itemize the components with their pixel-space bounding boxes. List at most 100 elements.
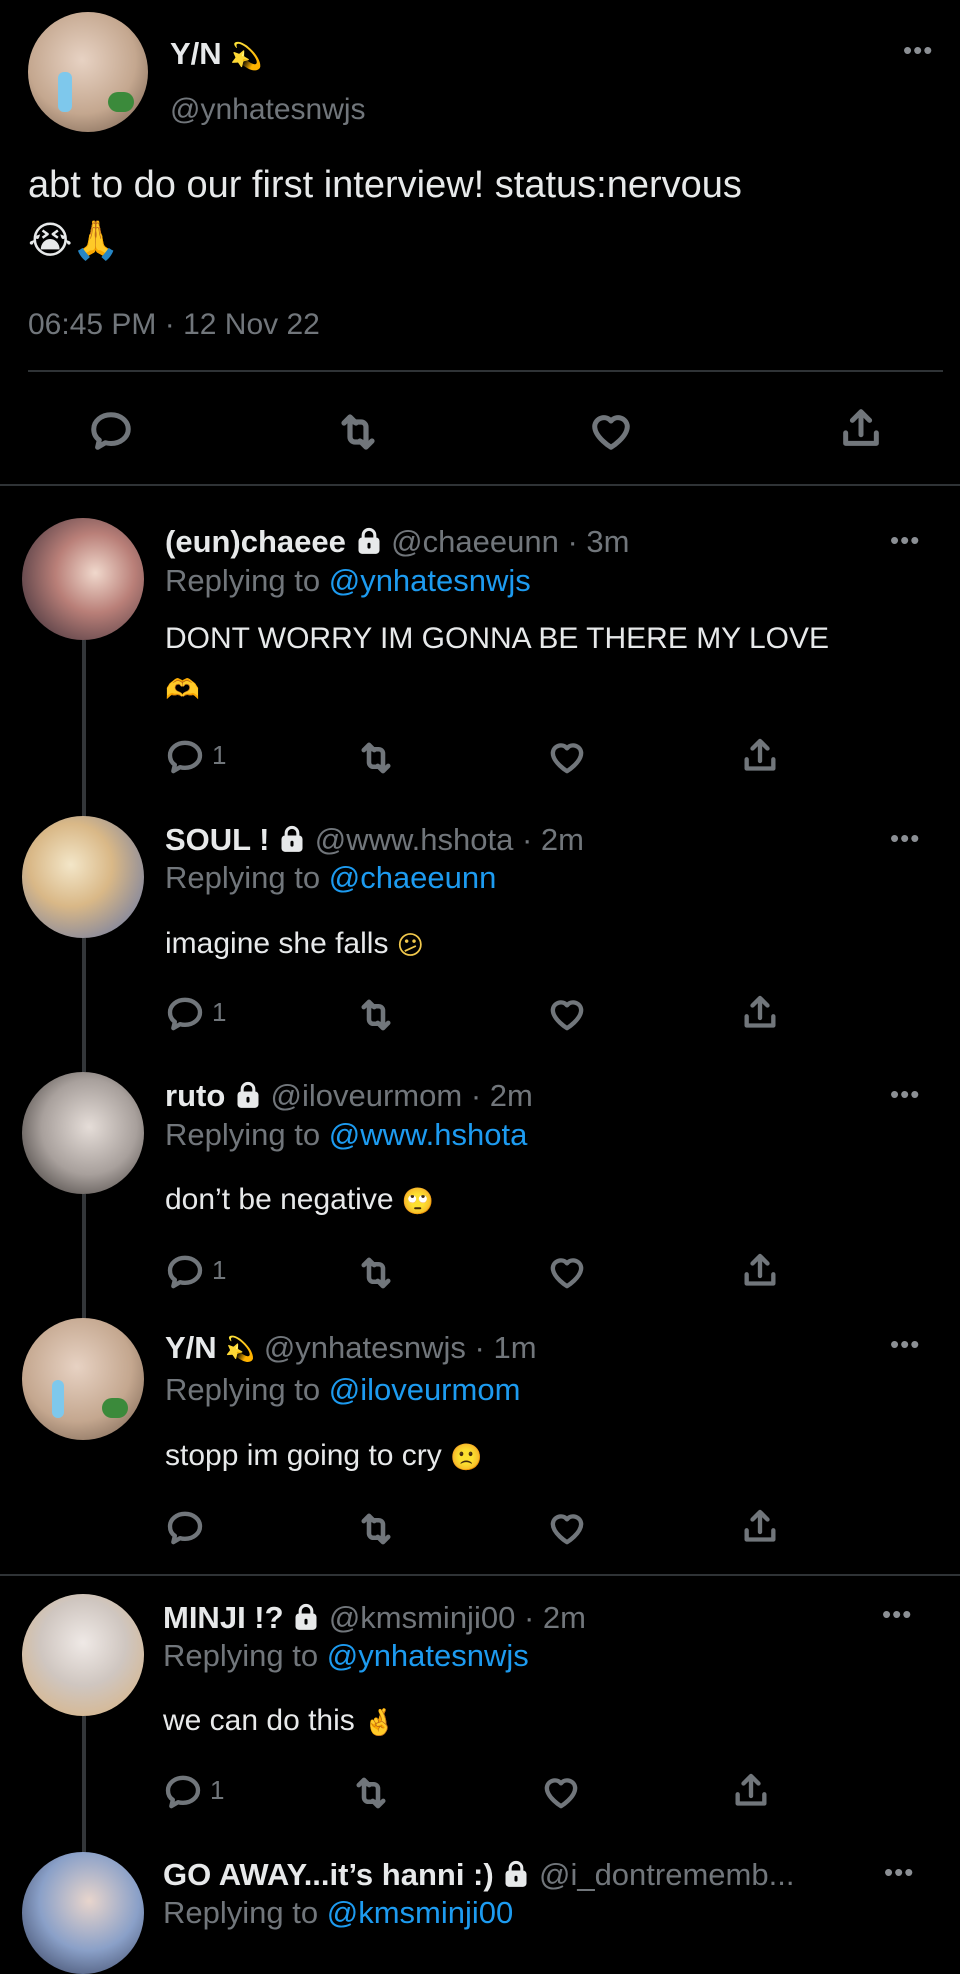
display-name[interactable]: MINJI !? bbox=[163, 1600, 284, 1635]
replying-to-label: Replying to bbox=[165, 563, 321, 598]
display-name[interactable]: Y/N bbox=[165, 1330, 217, 1365]
lock-icon bbox=[355, 527, 383, 555]
reply-text-block: stopp im going to cry 🙁 bbox=[165, 1434, 905, 1479]
share-icon[interactable] bbox=[740, 1251, 780, 1291]
more-icon[interactable]: ••• bbox=[882, 1601, 912, 1627]
retweet-icon[interactable] bbox=[334, 408, 382, 456]
retweet-icon[interactable] bbox=[355, 994, 397, 1036]
like-icon[interactable] bbox=[547, 1508, 587, 1548]
display-name[interactable]: GO AWAY...it’s hanni :) bbox=[163, 1857, 494, 1892]
dizzy-emoji-icon: 💫 bbox=[230, 40, 263, 71]
thread-line bbox=[82, 640, 86, 820]
replying-to-link[interactable]: @kmsminji00 bbox=[327, 1895, 514, 1930]
thread-line bbox=[82, 1194, 86, 1322]
more-icon[interactable]: ••• bbox=[890, 825, 920, 851]
avatar[interactable] bbox=[22, 1318, 144, 1440]
reply-time: · 2m bbox=[470, 1078, 533, 1113]
replying-to-label: Replying to bbox=[165, 1117, 321, 1152]
share-icon[interactable] bbox=[740, 993, 780, 1033]
praying-hands-emoji-icon: 🙏 bbox=[72, 219, 120, 262]
replying-to-label: Replying to bbox=[163, 1895, 319, 1930]
avatar[interactable] bbox=[22, 816, 144, 938]
reply-time: · 3m bbox=[567, 524, 630, 559]
like-icon[interactable] bbox=[541, 1772, 581, 1812]
like-icon[interactable] bbox=[547, 994, 587, 1034]
reply-text: stopp im going to cry bbox=[165, 1439, 442, 1472]
retweet-icon[interactable] bbox=[355, 1252, 397, 1294]
reply-text-block: imagine she falls 😕 bbox=[165, 922, 905, 967]
more-icon[interactable]: ••• bbox=[890, 1081, 920, 1107]
reply-icon[interactable] bbox=[165, 737, 205, 777]
divider bbox=[28, 370, 943, 372]
retweet-icon[interactable] bbox=[355, 1508, 397, 1550]
replying-to-line: Replying to @www.hshota bbox=[165, 1115, 527, 1155]
share-icon[interactable] bbox=[740, 1507, 780, 1547]
reply-icon[interactable] bbox=[165, 1252, 205, 1292]
handle[interactable]: @www.hshota bbox=[315, 822, 514, 857]
share-icon[interactable] bbox=[838, 406, 884, 452]
more-icon[interactable]: ••• bbox=[884, 1859, 914, 1885]
handle[interactable]: @chaeeunn bbox=[391, 524, 559, 559]
reply-count: 1 bbox=[212, 997, 227, 1027]
reply-text-block: DONT WORRY IM GONNA BE THERE MY LOVE 🫶 bbox=[165, 614, 905, 715]
handle[interactable]: @ynhatesnwjs bbox=[170, 90, 366, 130]
more-icon[interactable]: ••• bbox=[903, 37, 933, 63]
retweet-icon[interactable] bbox=[350, 1772, 392, 1814]
display-name[interactable]: SOUL ! bbox=[165, 822, 270, 857]
replying-to-link[interactable]: @ynhatesnwjs bbox=[329, 563, 531, 598]
lock-icon bbox=[502, 1860, 530, 1888]
thread-line bbox=[82, 1716, 86, 1856]
replying-to-link[interactable]: @www.hshota bbox=[329, 1117, 528, 1152]
display-name[interactable]: Y/N bbox=[170, 36, 222, 71]
share-icon[interactable] bbox=[740, 736, 780, 776]
replying-to-line: Replying to @iloveurmom bbox=[165, 1370, 520, 1410]
handle[interactable]: @kmsminji00 bbox=[329, 1600, 516, 1635]
avatar[interactable] bbox=[22, 518, 144, 640]
reply-icon[interactable] bbox=[165, 1508, 205, 1548]
reply-text: we can do this bbox=[163, 1704, 355, 1737]
replying-to-label: Replying to bbox=[165, 1372, 321, 1407]
reply-text-block: don’t be negative 🙄 bbox=[165, 1178, 905, 1223]
avatar[interactable] bbox=[22, 1072, 144, 1194]
replying-to-line: Replying to @kmsminji00 bbox=[163, 1893, 513, 1933]
like-icon[interactable] bbox=[547, 737, 587, 777]
reply-header: Y/N 💫 @ynhatesnwjs · 1m bbox=[165, 1328, 537, 1370]
avatar[interactable] bbox=[22, 1852, 144, 1974]
replying-to-link[interactable]: @ynhatesnwjs bbox=[327, 1638, 529, 1673]
reply-header: GO AWAY...it’s hanni :) @i_dontrememb... bbox=[163, 1855, 794, 1895]
reply-time: · 2m bbox=[521, 822, 584, 857]
more-icon[interactable]: ••• bbox=[890, 527, 920, 553]
reply-text-block: we can do this 🤞 bbox=[163, 1699, 903, 1744]
replying-to-link[interactable]: @iloveurmom bbox=[329, 1372, 521, 1407]
avatar[interactable] bbox=[28, 12, 148, 132]
frowning-emoji-icon: 🙁 bbox=[450, 1442, 483, 1473]
eye-roll-emoji-icon: 🙄 bbox=[401, 1186, 435, 1217]
like-icon[interactable] bbox=[547, 1252, 587, 1292]
retweet-icon[interactable] bbox=[355, 737, 397, 779]
handle[interactable]: @iloveurmom bbox=[271, 1078, 463, 1113]
replying-to-line: Replying to @chaeeunn bbox=[165, 858, 496, 898]
author-name-row: Y/N 💫 bbox=[170, 34, 263, 74]
more-icon[interactable]: ••• bbox=[890, 1331, 920, 1357]
handle[interactable]: @ynhatesnwjs bbox=[264, 1330, 466, 1365]
reply-time: · 1m bbox=[474, 1330, 537, 1365]
reply-icon[interactable] bbox=[88, 408, 134, 454]
share-icon[interactable] bbox=[731, 1771, 771, 1811]
reply-text: imagine she falls bbox=[165, 927, 389, 960]
reply-count: 1 bbox=[212, 740, 227, 770]
reply-count: 1 bbox=[210, 1775, 225, 1805]
reply-time: · 2m bbox=[523, 1600, 586, 1635]
like-icon[interactable] bbox=[588, 408, 634, 454]
replying-to-label: Replying to bbox=[163, 1638, 319, 1673]
reply-header: ruto @iloveurmom · 2m bbox=[165, 1076, 533, 1116]
avatar[interactable] bbox=[22, 1594, 144, 1716]
replying-to-link[interactable]: @chaeeunn bbox=[329, 860, 497, 895]
handle[interactable]: @i_dontrememb... bbox=[539, 1857, 794, 1892]
reply-icon[interactable] bbox=[165, 994, 205, 1034]
reply-icon[interactable] bbox=[163, 1772, 203, 1812]
display-name[interactable]: (eun)chaeee bbox=[165, 524, 346, 559]
reply-header: MINJI !? @kmsminji00 · 2m bbox=[163, 1598, 586, 1638]
display-name[interactable]: ruto bbox=[165, 1078, 225, 1113]
replying-to-line: Replying to @ynhatesnwjs bbox=[163, 1636, 529, 1676]
divider bbox=[0, 484, 960, 486]
